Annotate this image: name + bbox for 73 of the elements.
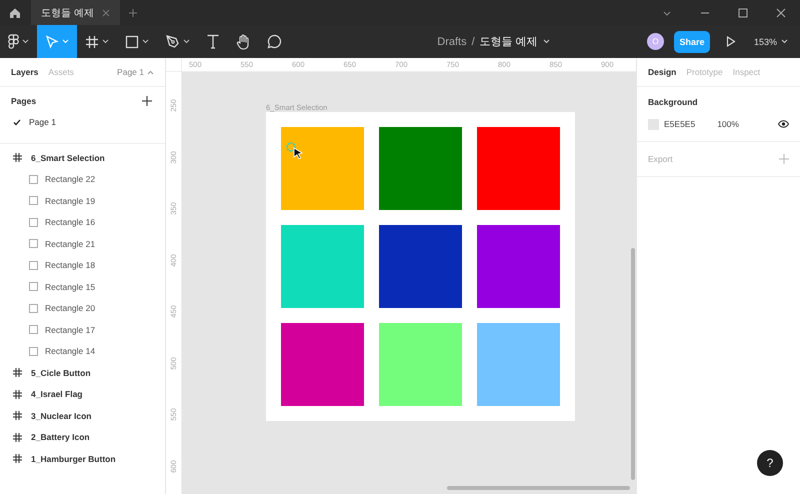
square-icon — [29, 282, 38, 292]
eye-icon[interactable] — [778, 120, 789, 128]
layer-item[interactable]: Rectangle 20 — [0, 298, 165, 319]
layer-item[interactable]: Rectangle 21 — [0, 233, 165, 254]
hash-icon — [13, 390, 22, 399]
logo-icon — [8, 34, 19, 49]
pointer-icon — [45, 34, 59, 48]
help-button[interactable]: ? — [757, 450, 783, 476]
caret-icon — [781, 39, 788, 44]
page-menu[interactable]: Page 1 — [117, 67, 154, 77]
pages-heading: Pages — [11, 96, 36, 106]
layer-item[interactable]: Rectangle 15 — [0, 276, 165, 298]
export-heading: Export — [648, 154, 673, 164]
hand-icon — [236, 34, 251, 50]
file-tab[interactable]: 도형들 예제 — [31, 0, 120, 25]
square-icon — [29, 196, 38, 206]
layer-item[interactable]: Rectangle 22 — [0, 168, 165, 190]
page-item[interactable]: Page 1 — [0, 111, 165, 133]
caret-icon — [102, 39, 109, 44]
square-icon — [29, 218, 38, 227]
pen-icon — [165, 34, 180, 49]
layer-item[interactable]: Rectangle 16 — [0, 212, 165, 233]
hash-icon — [13, 368, 22, 378]
square-icon — [29, 346, 38, 356]
maximize-icon[interactable] — [738, 8, 748, 18]
panel-tab[interactable]: Layers — [11, 67, 38, 77]
layer-item[interactable]: Rectangle 14 — [0, 340, 165, 362]
text-tool-icon — [206, 34, 220, 49]
home-icon[interactable] — [9, 6, 21, 18]
file-name[interactable]: 도형들 예제 — [480, 34, 538, 49]
color-swatch[interactable] — [648, 118, 659, 130]
caret-icon — [62, 39, 69, 44]
layer-item[interactable]: Rectangle 19 — [0, 190, 165, 212]
square-icon — [29, 325, 38, 334]
breadcrumb-separator: / — [472, 36, 475, 48]
hash-icon — [13, 432, 22, 442]
caret-up-icon — [147, 70, 154, 74]
layer-item[interactable]: Rectangle 18 — [0, 254, 165, 276]
square-icon — [29, 239, 38, 248]
square-icon — [29, 174, 38, 184]
checkmark-icon — [13, 118, 21, 126]
scrollbar[interactable] — [447, 486, 630, 490]
play-icon[interactable] — [726, 36, 736, 47]
layer-item[interactable]: 1_Hamburger Button — [0, 448, 165, 470]
hash-icon — [13, 454, 22, 464]
layer-item[interactable]: Rectangle 17 — [0, 319, 165, 340]
caret-icon — [183, 39, 190, 44]
caret-icon — [22, 39, 29, 44]
hash-icon — [13, 411, 22, 420]
layer-item[interactable]: 2_Battery Icon — [0, 426, 165, 448]
caret-icon — [142, 39, 149, 44]
layer-item[interactable]: 5_Cicle Button — [0, 362, 165, 384]
layer-item[interactable]: 6_Smart Selection — [0, 147, 165, 168]
layer-item[interactable]: 4_Israel Flag — [0, 384, 165, 405]
opacity-value[interactable]: 100% — [717, 119, 739, 129]
close-icon[interactable] — [776, 8, 786, 18]
speech-bubble-icon — [267, 34, 282, 49]
layer-item[interactable]: 3_Nuclear Icon — [0, 405, 165, 426]
hash-icon — [85, 34, 99, 48]
square-icon — [29, 260, 38, 270]
hash-icon — [13, 153, 22, 162]
drafts-link[interactable]: Drafts — [437, 36, 467, 48]
hex-value[interactable]: E5E5E5 — [664, 119, 696, 129]
caret-icon[interactable] — [542, 39, 550, 44]
close-icon[interactable] — [102, 8, 110, 16]
plus-icon[interactable] — [142, 96, 152, 106]
square-icon — [29, 304, 38, 313]
panel-tab[interactable]: Design — [648, 67, 676, 77]
background-heading: Background — [648, 97, 699, 107]
zoom-menu[interactable]: 153% — [754, 36, 788, 46]
square-icon — [125, 34, 139, 48]
cursor-icon — [286, 142, 304, 162]
scrollbar[interactable] — [631, 248, 635, 480]
